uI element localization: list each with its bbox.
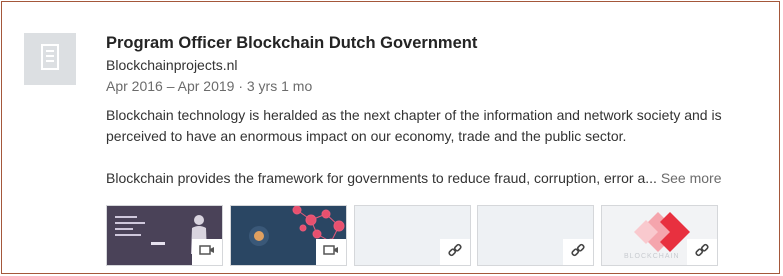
- media-thumbnail-video-1[interactable]: [106, 205, 223, 266]
- company-name[interactable]: Blockchainprojects.nl: [106, 57, 238, 73]
- description-paragraph-1: Blockchain technology is heralded as the…: [106, 107, 722, 144]
- media-thumbnail-video-2[interactable]: [230, 205, 347, 266]
- video-icon: [199, 243, 215, 261]
- see-more-link[interactable]: See more: [661, 170, 722, 186]
- link-icon: [571, 243, 585, 262]
- media-thumbnail-link-1[interactable]: [354, 205, 471, 266]
- video-icon-badge: [316, 239, 346, 265]
- job-title: Program Officer Blockchain Dutch Governm…: [106, 34, 478, 52]
- employment-dates: Apr 2016 – Apr 2019 · 3 yrs 1 mo: [106, 78, 313, 94]
- link-icon-badge: [440, 239, 470, 265]
- job-description: Blockchain technology is heralded as the…: [106, 105, 782, 189]
- video-icon-badge: [192, 239, 222, 265]
- description-text: Blockchain provides the framework for go…: [106, 170, 657, 186]
- link-icon-badge: [563, 239, 593, 265]
- link-icon: [695, 243, 709, 262]
- link-icon-badge: [687, 239, 717, 265]
- blockchain-watermark: BLOCKCHAIN: [624, 253, 680, 260]
- experience-card: Program Officer Blockchain Dutch Governm…: [1, 1, 780, 274]
- description-paragraph-2: Blockchain provides the framework for go…: [106, 168, 782, 189]
- media-thumbnail-link-2[interactable]: [477, 205, 594, 266]
- building-icon: [40, 43, 60, 75]
- video-icon: [323, 243, 339, 261]
- link-icon: [448, 243, 462, 262]
- media-thumbnail-link-3[interactable]: BLOCKCHAIN: [601, 205, 718, 266]
- company-logo[interactable]: [24, 33, 76, 85]
